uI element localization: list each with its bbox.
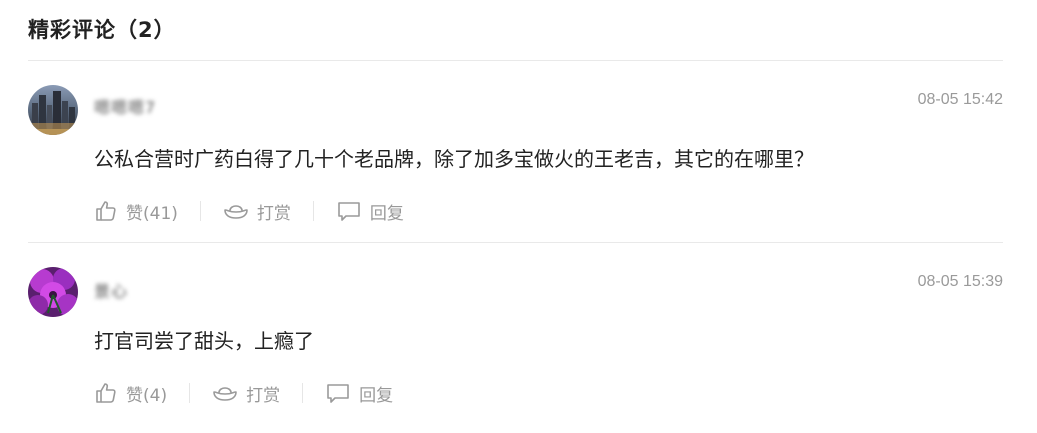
reward-button[interactable]: 打赏 [223, 199, 291, 224]
reply-label: 回复 [369, 203, 404, 224]
separator [189, 383, 191, 403]
reply-label: 回复 [359, 385, 394, 406]
like-label: 赞(41) [126, 203, 178, 224]
reply-button[interactable]: 回复 [325, 381, 393, 406]
comments-section: 精彩评论（2） 嗯嗯嗯7 08-05 15:42 公私合营时广药白得了几十个老品… [0, 0, 1037, 433]
ingot-icon [224, 205, 248, 219]
comment-time: 08-05 15:39 [917, 273, 1003, 290]
separator [302, 383, 304, 403]
reward-label: 打赏 [246, 385, 281, 406]
avatar[interactable] [28, 85, 78, 135]
thumbs-up-icon [96, 383, 116, 403]
like-button[interactable]: 赞(4) [94, 381, 167, 406]
reply-button[interactable]: 回复 [336, 199, 404, 224]
username[interactable]: 景心 [94, 278, 128, 302]
avatar[interactable] [28, 267, 78, 317]
reward-label: 打赏 [256, 203, 291, 224]
comment-icon [338, 202, 360, 221]
like-label: 赞(4) [126, 385, 168, 406]
like-button[interactable]: 赞(41) [94, 199, 178, 224]
comment-actions: 赞(41) 打赏 回复 [94, 197, 404, 225]
separator [312, 201, 314, 221]
ingot-icon [213, 387, 237, 401]
divider [28, 60, 1003, 61]
comment-actions: 赞(4) 打赏 回复 [94, 379, 393, 407]
divider [28, 242, 1003, 243]
username[interactable]: 嗯嗯嗯7 [94, 94, 156, 118]
reward-button[interactable]: 打赏 [212, 381, 280, 406]
separator [199, 201, 201, 221]
comment-icon [327, 384, 349, 403]
thumbs-up-icon [96, 201, 116, 221]
comment-time: 08-05 15:42 [917, 91, 1003, 108]
comment-text: 公私合营时广药白得了几十个老品牌，除了加多宝做火的王老吉，其它的在哪里？ [94, 147, 814, 171]
section-title: 精彩评论（2） [28, 18, 176, 42]
comment-text: 打官司尝了甜头，上瘾了 [94, 329, 314, 353]
